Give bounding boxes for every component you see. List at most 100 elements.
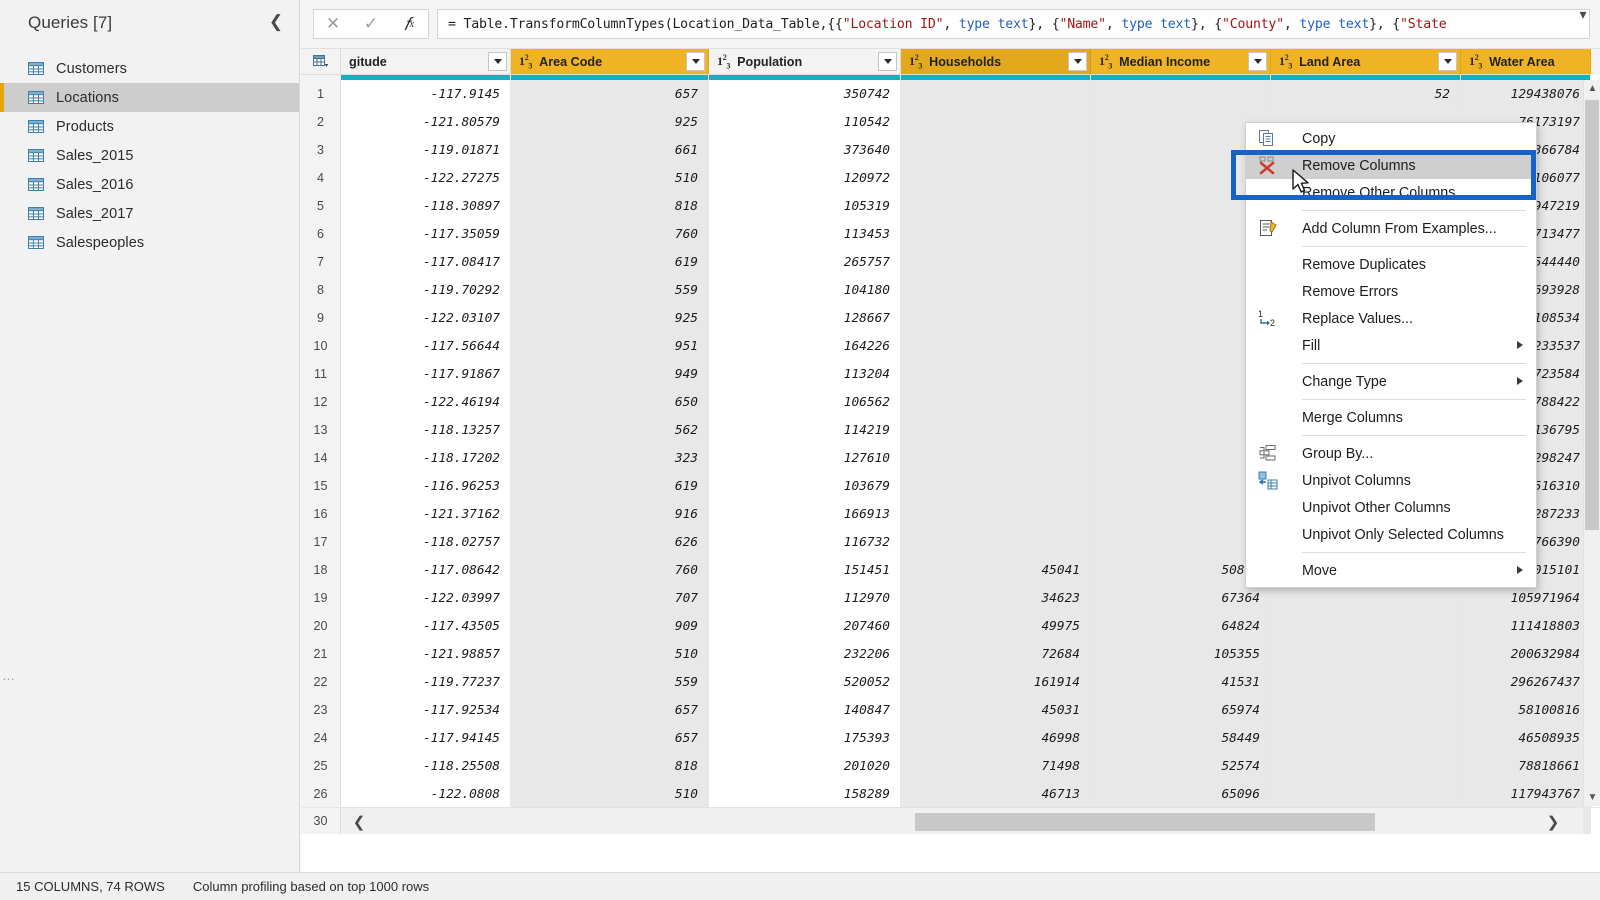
table-cell[interactable]: 510 xyxy=(511,640,709,668)
table-cell[interactable]: 64824 xyxy=(1091,612,1271,640)
table-cell[interactable]: -121.37162 xyxy=(341,500,511,528)
table-cell[interactable] xyxy=(1091,360,1271,388)
table-cell[interactable] xyxy=(1091,444,1271,472)
table-cell[interactable]: 110542 xyxy=(709,108,901,136)
query-item-salespeoples[interactable]: Salespeoples xyxy=(0,228,299,257)
table-cell[interactable]: 105355 xyxy=(1091,640,1271,668)
query-item-products[interactable]: Products xyxy=(0,112,299,141)
table-row[interactable]: 24 -117.94145 657 175393 46998 58449 46508935 xyxy=(301,724,1600,752)
table-cell[interactable]: -117.92534 xyxy=(341,696,511,724)
table-cell[interactable]: 818 xyxy=(511,192,709,220)
table-cell[interactable]: 46998 xyxy=(901,724,1091,752)
table-cell[interactable] xyxy=(1271,696,1461,724)
table-cell[interactable]: 559 xyxy=(511,668,709,696)
table-cell[interactable]: 562 xyxy=(511,416,709,444)
horizontal-scrollbar-thumb[interactable] xyxy=(915,813,1375,831)
table-cell[interactable] xyxy=(1271,668,1461,696)
table-row[interactable]: 1 -117.9145 657 350742 52 129438076 xyxy=(301,80,1600,108)
table-cell[interactable] xyxy=(901,164,1091,192)
context-menu-item-change-type[interactable]: Change Type xyxy=(1246,368,1536,395)
table-cell[interactable] xyxy=(1271,780,1461,808)
column-filter-dropdown-chevron-down-icon[interactable] xyxy=(1438,52,1457,71)
table-cell[interactable]: -118.13257 xyxy=(341,416,511,444)
table-cell[interactable] xyxy=(1091,276,1271,304)
table-cell[interactable]: 818 xyxy=(511,752,709,780)
table-cell[interactable]: 52574 xyxy=(1091,752,1271,780)
table-cell[interactable] xyxy=(1091,164,1271,192)
table-cell[interactable]: 626 xyxy=(511,528,709,556)
table-cell[interactable]: 760 xyxy=(511,556,709,584)
table-cell[interactable]: 161914 xyxy=(901,668,1091,696)
table-cell[interactable]: 111418803 xyxy=(1461,612,1591,640)
table-cell[interactable]: 58100816 xyxy=(1461,696,1591,724)
context-menu-item-group-by[interactable]: Group By... xyxy=(1246,440,1536,467)
table-cell[interactable] xyxy=(1091,220,1271,248)
table-cell[interactable] xyxy=(901,500,1091,528)
table-cell[interactable]: 65974 xyxy=(1091,696,1271,724)
table-cell[interactable] xyxy=(1091,80,1271,108)
table-cell[interactable]: 951 xyxy=(511,332,709,360)
table-cell[interactable]: 909 xyxy=(511,612,709,640)
table-cell[interactable]: -119.01871 xyxy=(341,136,511,164)
vertical-scrollbar-thumb[interactable] xyxy=(1585,100,1599,530)
table-cell[interactable]: 113453 xyxy=(709,220,901,248)
table-cell[interactable]: -118.30897 xyxy=(341,192,511,220)
context-menu-item-unpivot-other-columns[interactable]: Unpivot Other Columns xyxy=(1246,494,1536,521)
table-cell[interactable]: -119.70292 xyxy=(341,276,511,304)
context-menu-item-replace-values[interactable]: 1 2 Replace Values... xyxy=(1246,305,1536,332)
table-cell[interactable]: 925 xyxy=(511,304,709,332)
table-cell[interactable]: 114219 xyxy=(709,416,901,444)
column-filter-dropdown-chevron-down-icon[interactable] xyxy=(1248,52,1267,71)
table-cell[interactable]: 619 xyxy=(511,472,709,500)
context-menu-item-unpivot-columns[interactable]: Unpivot Columns xyxy=(1246,467,1536,494)
column-context-menu[interactable]: Copy Remove Columns Remove Other Columns Ad… xyxy=(1245,122,1537,588)
table-cell[interactable]: 650 xyxy=(511,388,709,416)
table-cell[interactable]: -117.35059 xyxy=(341,220,511,248)
sidebar-resize-handle[interactable]: … xyxy=(2,668,16,683)
table-cell[interactable]: 129438076 xyxy=(1461,80,1591,108)
table-cell[interactable]: -121.98857 xyxy=(341,640,511,668)
table-cell[interactable]: 46713 xyxy=(901,780,1091,808)
column-header-median-income[interactable]: 123 Median Income xyxy=(1091,49,1271,75)
column-header-population[interactable]: 123 Population xyxy=(709,49,901,75)
table-cell[interactable]: 67364 xyxy=(1091,584,1271,612)
formula-fx-icon[interactable]: 𝑓x xyxy=(390,10,428,38)
table-cell[interactable]: 106562 xyxy=(709,388,901,416)
table-cell[interactable] xyxy=(901,80,1091,108)
table-cell[interactable]: 760 xyxy=(511,220,709,248)
table-cell[interactable]: 140847 xyxy=(709,696,901,724)
table-cell[interactable]: 105971964 xyxy=(1461,584,1591,612)
context-menu-item-unpivot-only-selected-columns[interactable]: Unpivot Only Selected Columns xyxy=(1246,521,1536,548)
table-cell[interactable]: 373640 xyxy=(709,136,901,164)
table-cell[interactable]: -117.08642 xyxy=(341,556,511,584)
table-cell[interactable]: 117943767 xyxy=(1461,780,1591,808)
table-cell[interactable]: 175393 xyxy=(709,724,901,752)
table-cell[interactable]: 127610 xyxy=(709,444,901,472)
select-all-table-icon[interactable] xyxy=(301,49,341,75)
table-cell[interactable]: 200632984 xyxy=(1461,640,1591,668)
formula-input[interactable]: = Table.TransformColumnTypes(Location_Da… xyxy=(437,9,1590,39)
table-cell[interactable]: -118.25508 xyxy=(341,752,511,780)
query-item-sales_2016[interactable]: Sales_2016 xyxy=(0,170,299,199)
table-cell[interactable]: -116.96253 xyxy=(341,472,511,500)
table-row[interactable]: 19 -122.03997 707 112970 34623 67364 105971964 xyxy=(301,584,1600,612)
table-cell[interactable]: -119.77237 xyxy=(341,668,511,696)
context-menu-item-remove-errors[interactable]: Remove Errors xyxy=(1246,278,1536,305)
table-cell[interactable]: -118.02757 xyxy=(341,528,511,556)
table-cell[interactable]: -122.46194 xyxy=(341,388,511,416)
table-cell[interactable] xyxy=(1271,584,1461,612)
scroll-left-chevron-left-icon[interactable]: ❮ xyxy=(349,812,369,832)
table-cell[interactable]: 707 xyxy=(511,584,709,612)
table-cell[interactable]: 71498 xyxy=(901,752,1091,780)
column-filter-dropdown-chevron-down-icon[interactable] xyxy=(1068,52,1087,71)
horizontal-scrollbar[interactable]: ❮ ❯ xyxy=(301,807,1583,834)
table-cell[interactable]: 158289 xyxy=(709,780,901,808)
query-item-sales_2017[interactable]: Sales_2017 xyxy=(0,199,299,228)
table-cell[interactable] xyxy=(1091,136,1271,164)
table-cell[interactable]: 120972 xyxy=(709,164,901,192)
table-cell[interactable]: -122.0808 xyxy=(341,780,511,808)
table-cell[interactable] xyxy=(901,136,1091,164)
column-filter-dropdown-chevron-down-icon[interactable] xyxy=(488,52,507,71)
table-cell[interactable]: 128667 xyxy=(709,304,901,332)
table-cell[interactable]: 104180 xyxy=(709,276,901,304)
